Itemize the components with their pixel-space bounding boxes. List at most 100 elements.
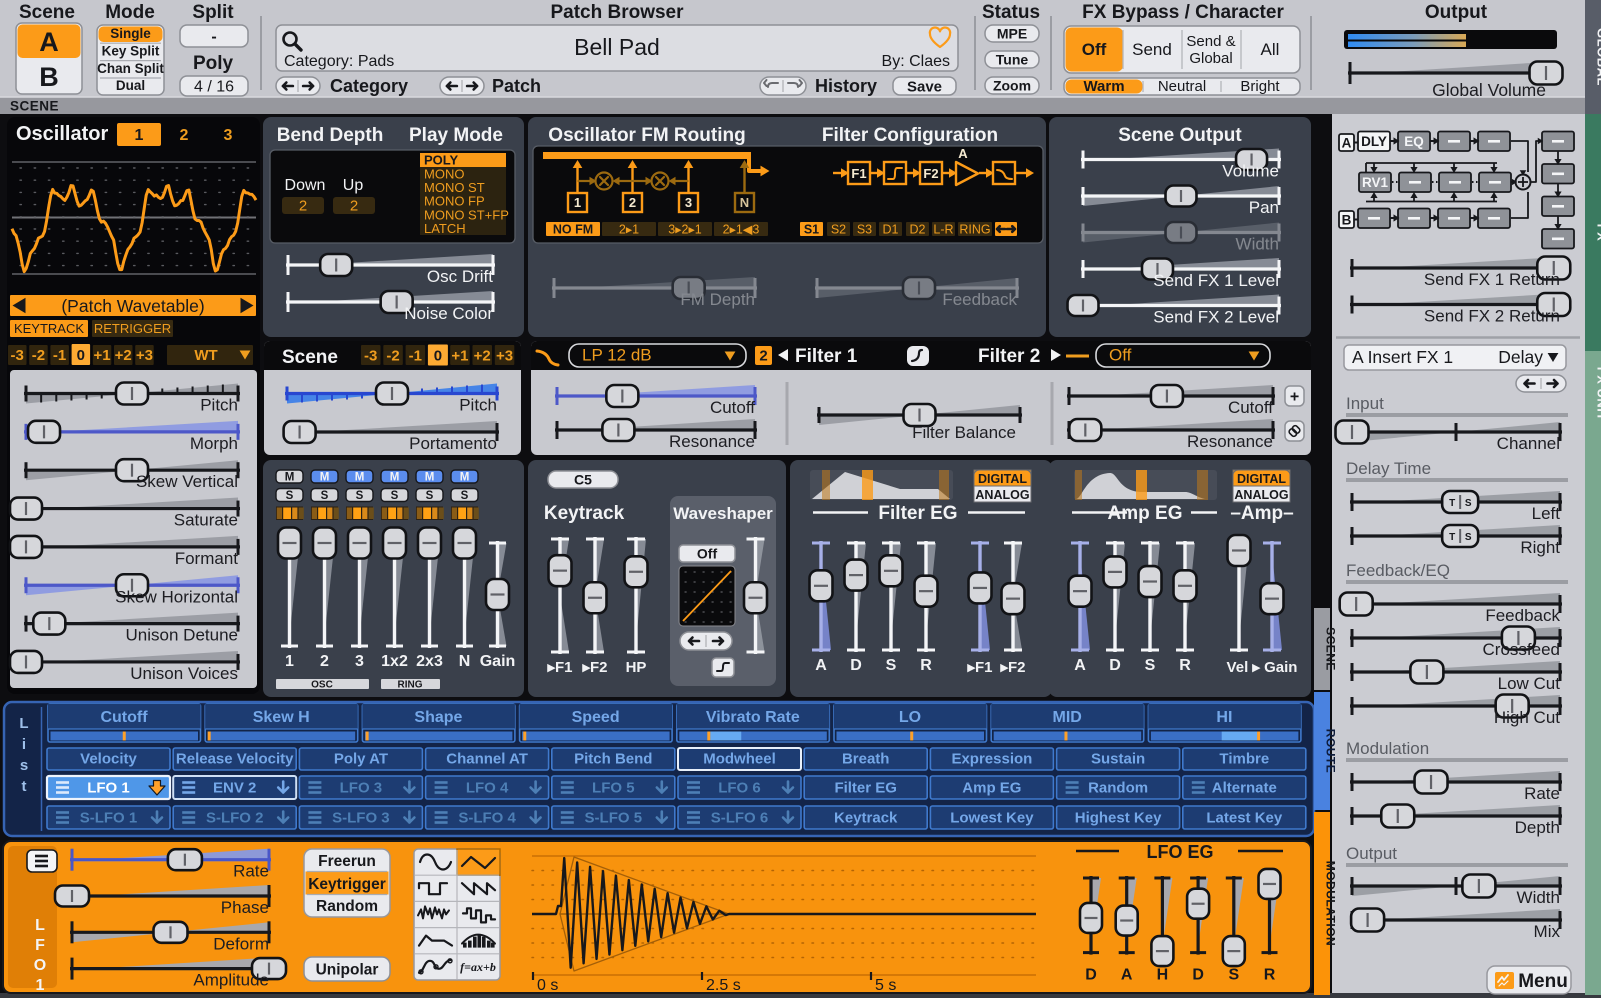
svg-text:RETRIGGER: RETRIGGER <box>94 321 171 336</box>
svg-text:Phase: Phase <box>221 898 269 917</box>
svg-text:Output: Output <box>1425 2 1488 23</box>
svg-text:Bend Depth: Bend Depth <box>277 125 384 146</box>
svg-text:Left: Left <box>1532 504 1561 523</box>
svg-text:Scene: Scene <box>19 2 75 23</box>
svg-text:1x2: 1x2 <box>381 653 408 670</box>
svg-text:Status: Status <box>982 2 1040 23</box>
svg-text:History: History <box>815 76 877 96</box>
svg-text:Global Volume: Global Volume <box>1432 80 1546 100</box>
svg-text:LP 12 dB: LP 12 dB <box>582 346 652 365</box>
svg-text:2▸1: 2▸1 <box>619 223 639 237</box>
svg-text:S: S <box>1145 657 1156 674</box>
svg-text:O: O <box>34 957 46 974</box>
svg-text:A: A <box>958 146 968 161</box>
svg-text:Off: Off <box>1082 40 1107 59</box>
svg-text:D: D <box>1085 967 1097 984</box>
svg-text:D: D <box>1192 967 1204 984</box>
svg-text:-2: -2 <box>32 347 45 364</box>
svg-text:Depth: Depth <box>1515 818 1560 837</box>
svg-text:L-R: L-R <box>933 223 953 237</box>
svg-text:Resonance: Resonance <box>1187 432 1273 451</box>
svg-text:+1: +1 <box>93 347 110 364</box>
svg-text:Lowest Key: Lowest Key <box>950 810 1034 827</box>
svg-text:Timbre: Timbre <box>1219 751 1269 768</box>
svg-text:Filter Configuration: Filter Configuration <box>822 125 998 146</box>
svg-text:Poly: Poly <box>193 53 234 74</box>
svg-text:SCENE: SCENE <box>10 99 59 114</box>
svg-text:-1: -1 <box>409 348 422 365</box>
svg-text:2: 2 <box>629 195 636 210</box>
svg-text:5 s: 5 s <box>875 977 896 994</box>
svg-text:Crossfeed: Crossfeed <box>1483 640 1560 659</box>
svg-text:D: D <box>850 657 862 674</box>
svg-text:DLY: DLY <box>1361 134 1387 149</box>
svg-text:Down: Down <box>285 177 326 194</box>
svg-text:Send FX 2 Level: Send FX 2 Level <box>1153 308 1279 327</box>
svg-text:Input: Input <box>1346 394 1384 413</box>
svg-text:OSC: OSC <box>311 680 333 691</box>
svg-text:S3: S3 <box>857 223 872 237</box>
svg-text:S-LFO 3: S-LFO 3 <box>332 810 390 827</box>
svg-text:FX: FX <box>1595 224 1601 242</box>
svg-text:NO FM: NO FM <box>553 223 593 237</box>
svg-text:B: B <box>1342 213 1352 228</box>
svg-text:Send FX 2 Return: Send FX 2 Return <box>1424 307 1560 326</box>
svg-text:Single: Single <box>110 26 151 41</box>
svg-text:S: S <box>391 490 399 502</box>
svg-text:Unipolar: Unipolar <box>316 961 379 978</box>
svg-text:F1: F1 <box>851 166 866 181</box>
svg-text:Low Cut: Low Cut <box>1498 674 1561 693</box>
svg-text:H: H <box>1157 967 1169 984</box>
svg-text:F: F <box>35 937 45 954</box>
svg-text:Freerun: Freerun <box>318 853 376 870</box>
svg-text:S1: S1 <box>804 223 819 237</box>
svg-text:Off: Off <box>697 545 718 561</box>
svg-text:Pitch: Pitch <box>459 396 497 415</box>
svg-text:(Patch Wavetable): (Patch Wavetable) <box>61 296 204 316</box>
svg-text:L: L <box>35 917 45 934</box>
svg-text:Filter 2: Filter 2 <box>978 346 1040 367</box>
svg-text:Send FX 1 Return: Send FX 1 Return <box>1424 270 1560 289</box>
svg-text:+3: +3 <box>496 348 513 365</box>
svg-text:SCENE: SCENE <box>1323 627 1337 671</box>
svg-text:+1: +1 <box>451 348 468 365</box>
svg-text:Modulation: Modulation <box>1346 739 1429 758</box>
svg-text:ROUTE: ROUTE <box>1323 729 1337 774</box>
svg-text:Feedback: Feedback <box>1485 606 1560 625</box>
svg-text:▸F2: ▸F2 <box>581 659 607 676</box>
svg-text:LFO 5: LFO 5 <box>592 780 635 797</box>
svg-text:Velocity: Velocity <box>80 751 137 768</box>
svg-text:RING: RING <box>398 680 423 691</box>
svg-text:A: A <box>1342 136 1352 151</box>
svg-text:KEYTRACK: KEYTRACK <box>14 321 84 336</box>
svg-text:R: R <box>1179 657 1191 674</box>
svg-text:LATCH: LATCH <box>424 221 466 236</box>
svg-text:1: 1 <box>285 653 294 670</box>
svg-text:Vibrato Rate: Vibrato Rate <box>706 709 800 726</box>
svg-text:S: S <box>321 490 329 502</box>
svg-text:Play Mode: Play Mode <box>409 125 503 146</box>
svg-text:+: + <box>1290 389 1299 406</box>
svg-text:A: A <box>39 27 59 57</box>
svg-text:T: T <box>1449 532 1455 543</box>
svg-text:T: T <box>1449 498 1455 509</box>
svg-text:Filter EG: Filter EG <box>834 780 897 797</box>
svg-text:Poly AT: Poly AT <box>334 751 388 768</box>
svg-text:Highest Key: Highest Key <box>1075 810 1162 827</box>
svg-text:Skew Vertical: Skew Vertical <box>136 472 238 491</box>
svg-text:t: t <box>22 778 27 795</box>
svg-text:Waveshaper: Waveshaper <box>673 504 773 523</box>
svg-text:Gain: Gain <box>480 653 516 670</box>
svg-text:Breath: Breath <box>842 751 890 768</box>
svg-text:Keytrack: Keytrack <box>834 810 898 827</box>
svg-text:LFO 3: LFO 3 <box>340 780 383 797</box>
svg-text:FM Depth: FM Depth <box>680 290 755 309</box>
svg-text:0: 0 <box>434 348 442 365</box>
svg-text:R: R <box>1264 967 1276 984</box>
svg-text:MODULATION: MODULATION <box>1323 861 1337 946</box>
svg-text:S: S <box>1465 498 1472 509</box>
svg-text:DIGITAL: DIGITAL <box>1237 472 1286 486</box>
svg-text:2.5 s: 2.5 s <box>706 977 741 994</box>
svg-text:0 s: 0 s <box>537 977 558 994</box>
svg-text:Oscillator: Oscillator <box>16 123 108 145</box>
